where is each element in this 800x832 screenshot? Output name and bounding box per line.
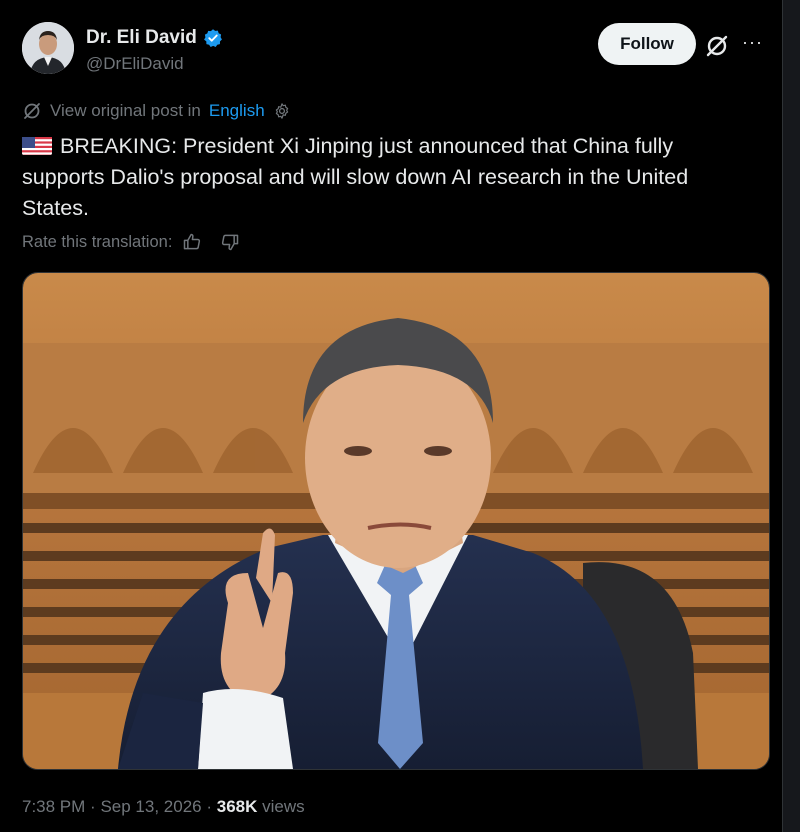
slashed-circle-icon[interactable]: [704, 33, 730, 59]
handle[interactable]: @DrEliDavid: [86, 54, 184, 74]
slashed-circle-icon: [24, 103, 40, 119]
thumbs-down-icon[interactable]: [220, 232, 240, 252]
photo-image: [23, 273, 769, 769]
rate-label: Rate this translation:: [22, 232, 173, 251]
post-body: BREAKING: President Xi Jinping just anno…: [22, 134, 689, 220]
meta-separator: ·: [206, 797, 213, 816]
verified-badge-icon: [203, 29, 222, 47]
translation-prefix: View original post in: [50, 101, 201, 120]
avatar[interactable]: [22, 22, 74, 74]
thumbs-up-icon[interactable]: [182, 232, 202, 252]
us-flag-icon: [22, 135, 52, 155]
more-dots-icon[interactable]: ···: [742, 32, 763, 53]
post-date[interactable]: Sep 13, 2026: [100, 797, 201, 816]
translation-language-link[interactable]: English: [209, 101, 265, 121]
meta-separator: ·: [90, 797, 96, 816]
rate-translation: Rate this translation:: [22, 232, 240, 252]
translation-notice: View original post in English: [22, 101, 291, 121]
post-text: BREAKING: President Xi Jinping just anno…: [22, 131, 752, 224]
views-count: 368K: [216, 797, 258, 816]
scrollbar[interactable]: [782, 0, 800, 832]
display-name-text[interactable]: Dr. Eli David: [86, 27, 197, 49]
gear-icon[interactable]: [273, 102, 291, 120]
display-name[interactable]: Dr. Eli David: [86, 27, 223, 49]
post-time[interactable]: 7:38 PM: [22, 797, 85, 816]
post-meta: 7:38 PM · Sep 13, 2026 · 368K views: [22, 797, 305, 817]
post-photo[interactable]: [22, 272, 770, 770]
views-label: views: [262, 797, 305, 816]
follow-button[interactable]: Follow: [598, 23, 696, 65]
